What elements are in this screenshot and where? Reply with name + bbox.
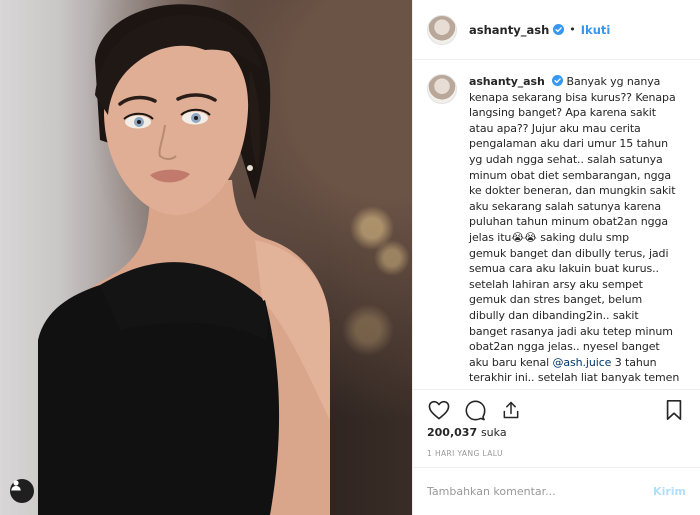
- author-username[interactable]: ashanty_ash: [469, 23, 549, 37]
- post-header: ashanty_ash • Ikuti: [413, 0, 700, 60]
- likes-number: 200,037: [427, 426, 478, 439]
- caption-line: yg udah ngga sehat.. salah satunya: [469, 152, 663, 166]
- caption-line: dibully dan dibanding2in.. sakit: [469, 308, 639, 322]
- save-button[interactable]: [662, 398, 686, 422]
- caption-line: atau apa?? Jujur aku mau cerita: [469, 121, 641, 135]
- post-photo[interactable]: [0, 0, 412, 515]
- caption-line: semua cara aku lakuin buat kurus..: [469, 262, 659, 276]
- caption-line: gemuk dan stres banget, belum: [469, 293, 643, 307]
- caption-line: kenapa sekarang bisa kurus?? Kenapa: [469, 90, 676, 104]
- comment-bubble-icon: [465, 400, 485, 420]
- follow-button[interactable]: Ikuti: [581, 23, 611, 37]
- caption-line: banget rasanya jadi aku tetep minum: [469, 324, 673, 338]
- caption-username[interactable]: ashanty_ash: [469, 75, 545, 88]
- user-tag-button[interactable]: [10, 479, 34, 503]
- action-bar: [413, 389, 700, 431]
- comment-button[interactable]: [463, 398, 487, 422]
- caption-line: aku baru kenal: [469, 355, 553, 369]
- portrait-illustration: [38, 4, 330, 515]
- caption-line: jelas itu😭😭 saking dulu smp: [469, 230, 629, 244]
- caption-avatar[interactable]: [427, 74, 457, 104]
- avatar[interactable]: [427, 14, 457, 45]
- caption-line: Banyak yg nanya: [566, 75, 661, 88]
- share-button[interactable]: [499, 398, 523, 422]
- likes-count[interactable]: 200,037 suka: [427, 426, 507, 439]
- caption-line: ke dokter beneran, dan mungkin sakit: [469, 184, 676, 198]
- caption-line: terakhir ini.. setelah liat banyak temen: [469, 371, 680, 385]
- caption-line: 3 tahun: [611, 355, 657, 369]
- verified-badge-icon: [553, 24, 565, 35]
- user-tag-icon: [11, 480, 21, 491]
- separator-dot: •: [569, 23, 576, 36]
- caption-line: obat2an ngga jelas.. nyesel banget: [469, 340, 660, 354]
- caption-line: gemuk banget dan dibully terus, jadi: [469, 246, 669, 260]
- caption-line: langsing banget? Apa karena sakit: [469, 106, 656, 120]
- like-button[interactable]: [427, 398, 451, 422]
- comments-list[interactable]: ashanty_ash Banyak yg nanya kenapa sekar…: [413, 60, 700, 387]
- likes-label: suka: [480, 426, 507, 439]
- share-arrow-icon: [503, 401, 519, 419]
- heart-icon: [428, 400, 450, 420]
- verified-badge-icon: [552, 75, 564, 86]
- caption-line: aku sekarang salah satunya karena: [469, 199, 661, 213]
- post-side-panel: ashanty_ash • Ikuti ashanty_ash Banyak y…: [412, 0, 700, 515]
- caption-line: setelah lahiran arsy aku sempet: [469, 277, 643, 291]
- post-timestamp[interactable]: 1 HARI YANG LALU: [427, 449, 503, 458]
- post-comment-button[interactable]: Kirim: [653, 485, 686, 498]
- comment-input[interactable]: [427, 485, 654, 498]
- caption-line: minum obat diet sembarangan, ngga: [469, 168, 672, 182]
- caption-line: puluhan tahun minum obat2an ngga: [469, 215, 669, 229]
- comment-form: Kirim: [413, 467, 700, 515]
- bookmark-icon: [666, 400, 682, 420]
- mention-link[interactable]: @ash.juice: [552, 356, 611, 369]
- caption-line: pengalaman aku dari umur 15 tahun: [469, 137, 669, 151]
- post-caption: ashanty_ash Banyak yg nanya kenapa sekar…: [469, 74, 686, 387]
